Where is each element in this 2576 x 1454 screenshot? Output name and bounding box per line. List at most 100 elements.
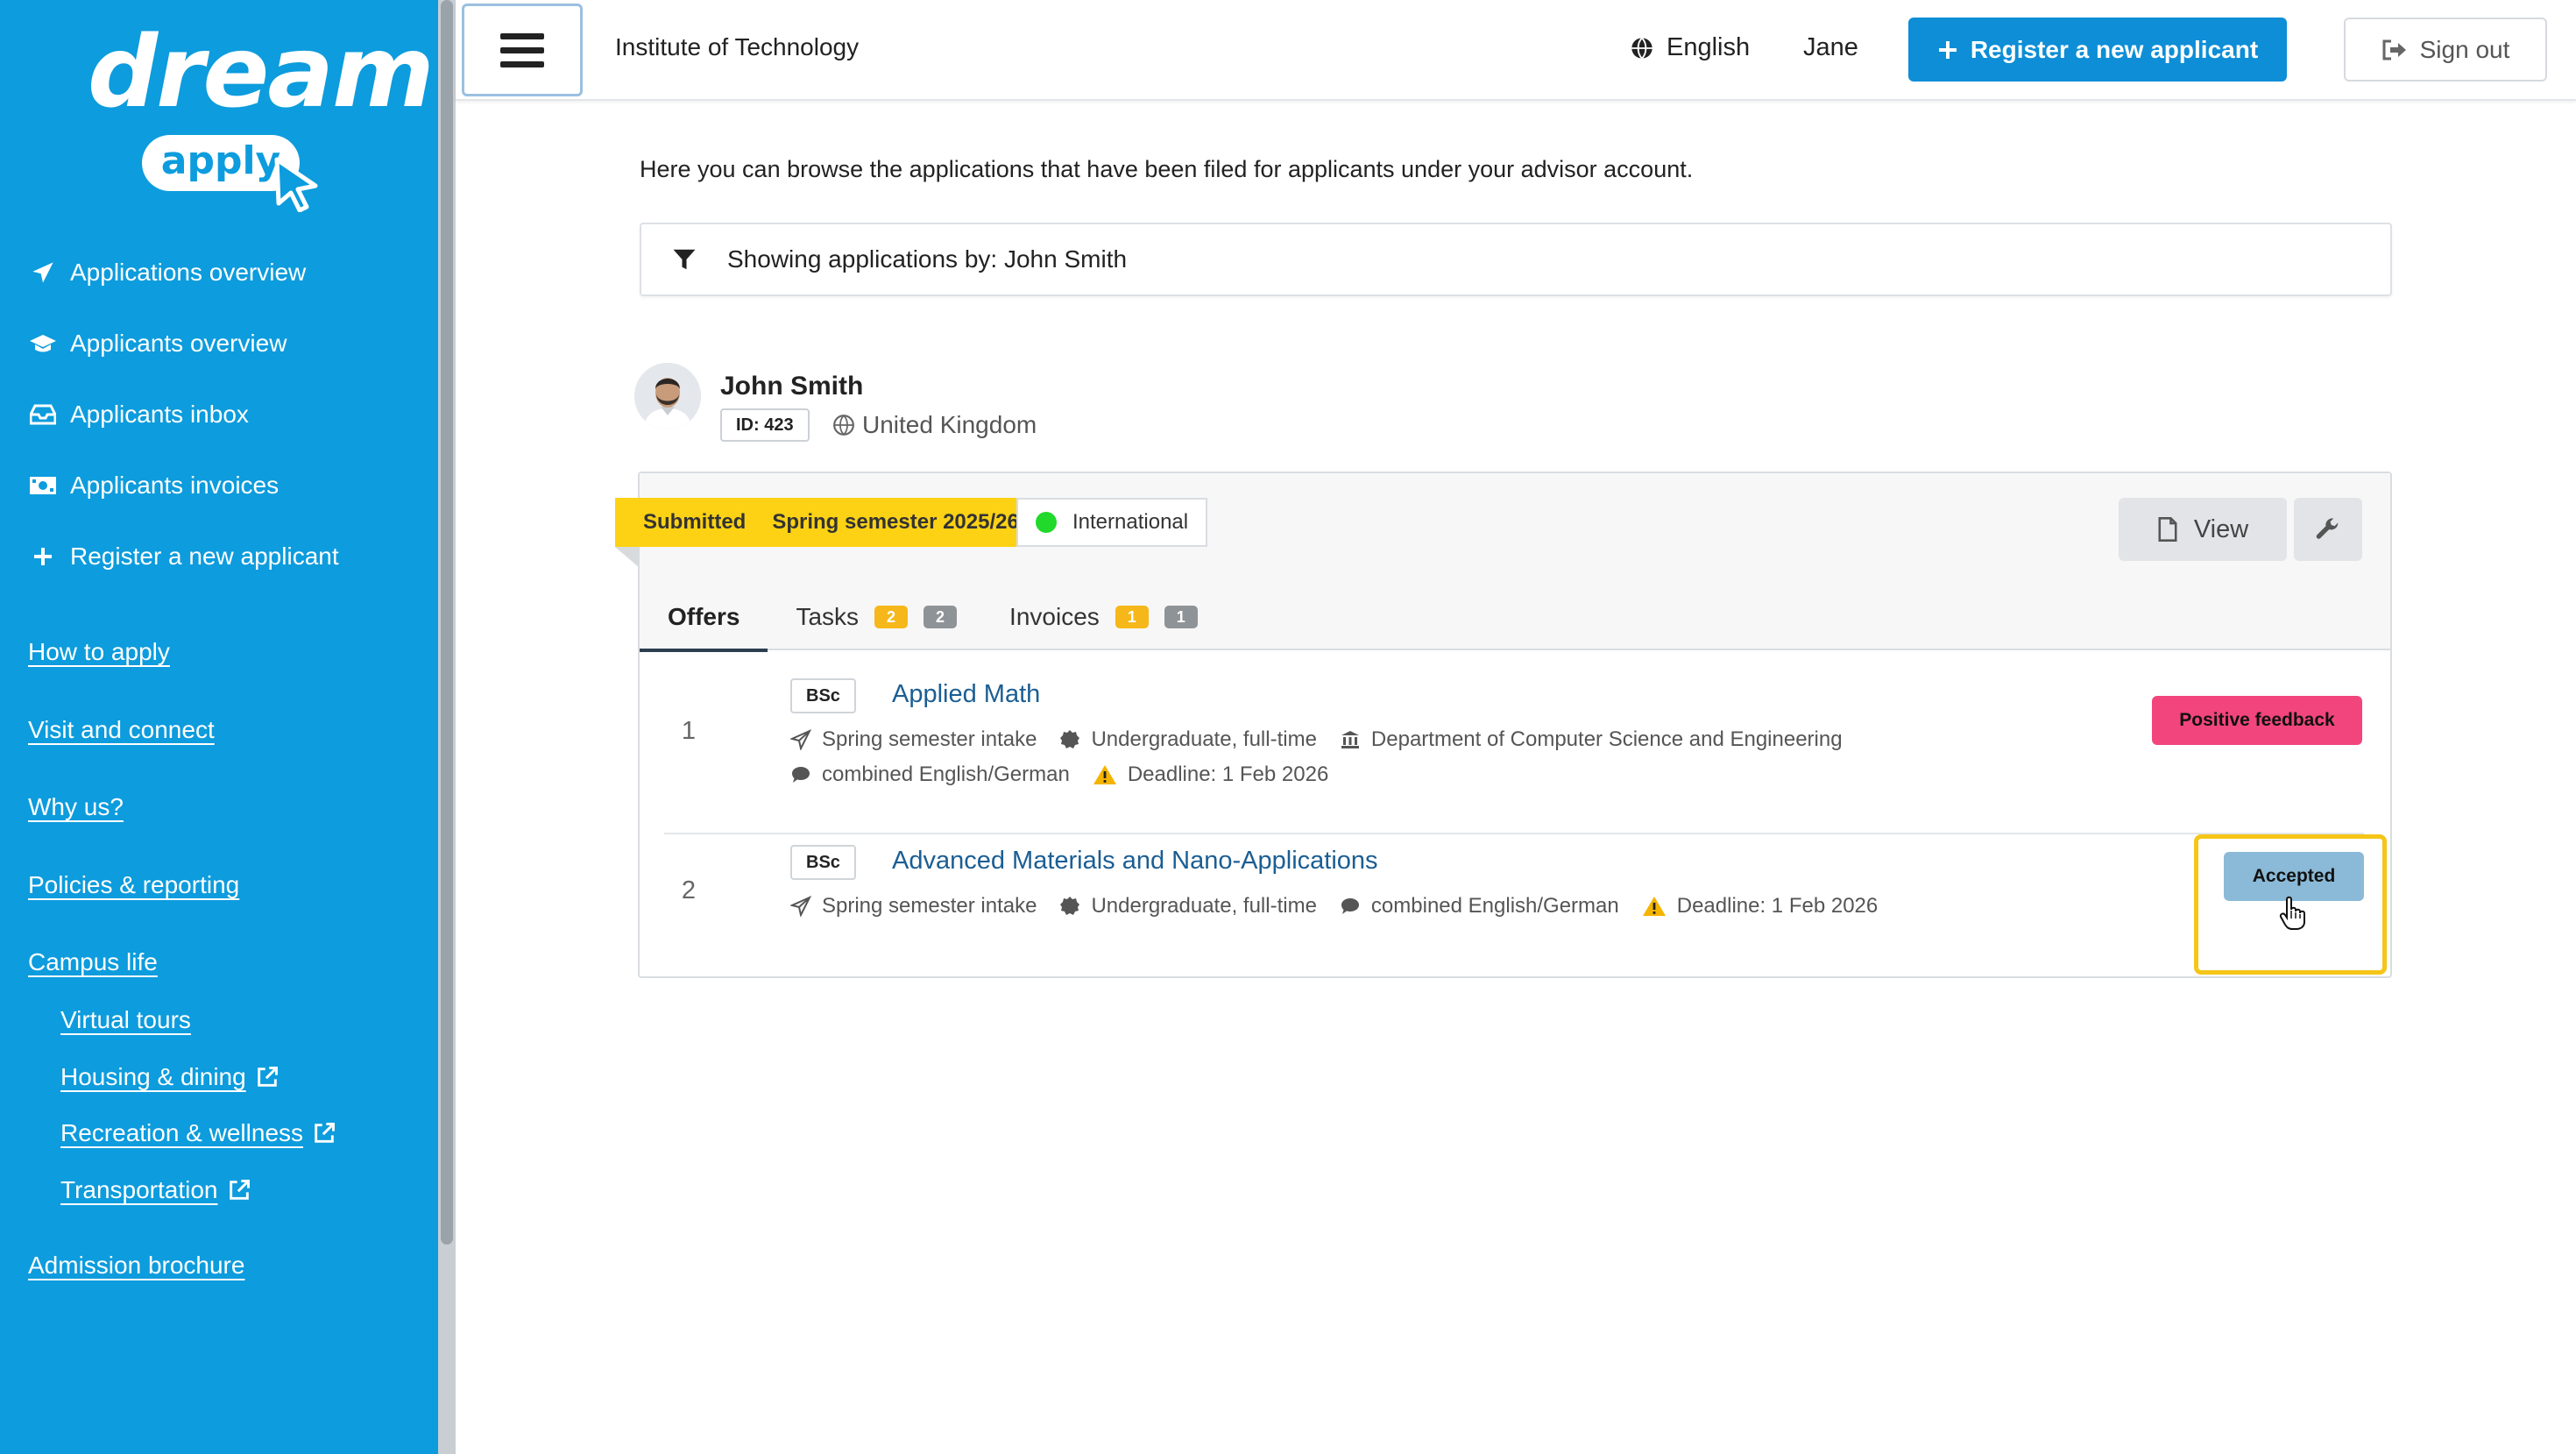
file-icon	[2158, 517, 2177, 542]
globe-icon	[833, 415, 854, 436]
inbox-icon	[28, 404, 58, 425]
paper-plane-icon	[28, 260, 58, 285]
offer-number: 1	[681, 717, 697, 745]
tab-tasks[interactable]: Tasks 2 2	[768, 584, 983, 650]
link-transportation[interactable]: Transportation	[60, 1162, 336, 1219]
avatar[interactable]	[634, 363, 701, 429]
plus-icon	[1938, 40, 1957, 59]
paper-plane-icon	[790, 729, 811, 750]
sign-out-button[interactable]: Sign out	[2344, 18, 2547, 82]
sidebar-item-applicants-inbox[interactable]: Applicants inbox	[28, 379, 339, 450]
tab-offers[interactable]: Offers	[640, 584, 768, 652]
application-card: Submitted Spring semester 2025/26 Intern…	[615, 472, 2392, 978]
meta-intake: Spring semester intake	[790, 727, 1037, 752]
link-admission-brochure[interactable]: Admission brochure	[28, 1252, 336, 1330]
meta-language: combined English/German	[790, 762, 1070, 787]
hamburger-icon	[500, 32, 544, 39]
offer-meta-2: combined English/German Deadline: 1 Feb …	[790, 762, 1351, 787]
intake-label: Spring semester 2025/26	[772, 510, 1019, 534]
building-columns-icon	[1341, 731, 1359, 748]
sidebar-nav: Applications overview Applicants overvie…	[28, 237, 339, 592]
menu-toggle-button[interactable]	[462, 4, 583, 96]
money-bill-icon	[28, 476, 58, 495]
logo-word: dream	[88, 16, 435, 130]
language-selector[interactable]: English	[1630, 33, 1750, 62]
meta-deadline: Deadline: 1 Feb 2026	[1093, 762, 1328, 787]
applicant-name: John Smith	[720, 372, 864, 401]
sidebar-item-applicants-overview[interactable]: Applicants overview	[28, 308, 339, 379]
tab-label: Offers	[668, 603, 740, 630]
tab-label: Invoices	[1009, 603, 1100, 630]
link-visit-and-connect[interactable]: Visit and connect	[28, 716, 336, 794]
dreamapply-logo[interactable]: dream apply	[88, 16, 435, 212]
applicant-id-badge: ID: 423	[720, 408, 810, 442]
meta-intake: Spring semester intake	[790, 894, 1037, 919]
invoices-total-badge: 1	[1164, 606, 1198, 628]
offer-row: 2 BSc Advanced Materials and Nano-Applic…	[664, 834, 2364, 975]
view-button[interactable]: View	[2119, 498, 2287, 561]
sidebar-item-label: Applicants inbox	[70, 400, 249, 428]
sidebar-item-applications-overview[interactable]: Applications overview	[28, 237, 339, 308]
country-label: United Kingdom	[862, 411, 1037, 438]
sign-out-icon	[2382, 39, 2406, 60]
user-menu[interactable]: Jane	[1803, 33, 1858, 62]
tasks-count-badge: 2	[874, 606, 909, 628]
link-why-us[interactable]: Why us?	[28, 793, 336, 871]
program-link[interactable]: Applied Math	[892, 680, 1040, 709]
scrollbar-thumb[interactable]	[441, 0, 453, 1245]
applicant-type-tag: International	[1016, 498, 1208, 547]
link-how-to-apply[interactable]: How to apply	[28, 638, 336, 716]
register-applicant-button[interactable]: Register a new applicant	[1908, 18, 2287, 82]
sublink-label: Transportation	[60, 1175, 218, 1203]
paper-plane-icon	[790, 896, 811, 917]
settings-button[interactable]	[2294, 498, 2362, 561]
tag-label: International	[1072, 510, 1189, 534]
sidebar-item-applicants-invoices[interactable]: Applicants invoices	[28, 450, 339, 521]
sublink-label: Recreation & wellness	[60, 1119, 304, 1147]
application-card-header: Submitted Spring semester 2025/26 Intern…	[615, 473, 2390, 652]
sublink-label: Housing & dining	[60, 1062, 246, 1090]
sign-out-label: Sign out	[2419, 35, 2510, 63]
filter-icon	[671, 246, 697, 273]
register-button-label: Register a new applicant	[1970, 35, 2259, 63]
status-label: Submitted	[643, 510, 747, 534]
meta-department: Department of Computer Science and Engin…	[1340, 727, 1843, 752]
sidebar-item-label: Applicants overview	[70, 329, 287, 357]
sidebar-scrollbar[interactable]	[438, 0, 456, 1454]
tab-invoices[interactable]: Invoices 1 1	[983, 584, 1224, 650]
meta-deadline: Deadline: 1 Feb 2026	[1642, 894, 1878, 919]
sidebar-item-label: Register a new applicant	[70, 542, 339, 570]
graduation-cap-icon	[28, 332, 58, 355]
speech-bubble-icon	[1341, 898, 1359, 914]
sidebar-item-label: Applicants invoices	[70, 471, 280, 499]
hand-pointer-icon	[2279, 896, 2305, 930]
wrench-icon	[2316, 518, 2339, 539]
program-link[interactable]: Advanced Materials and Nano-Applications	[892, 847, 1378, 876]
positive-feedback-button[interactable]: Positive feedback	[2152, 696, 2362, 745]
status-dot-icon	[1036, 512, 1057, 533]
filter-bar[interactable]: Showing applications by: John Smith	[640, 223, 2392, 296]
sidebar-links: How to apply Visit and connect Why us? P…	[28, 638, 336, 1330]
view-button-label: View	[2193, 514, 2249, 543]
link-campus-life[interactable]: Campus life	[28, 948, 336, 992]
sidebar-item-label: Applications overview	[70, 258, 307, 286]
offer-row: 1 BSc Applied Math Spring semester intak…	[664, 668, 2364, 803]
external-link-icon	[312, 1121, 336, 1145]
meta-level: Undergraduate, full-time	[1059, 894, 1317, 919]
external-link-icon	[227, 1178, 251, 1202]
degree-badge: BSc	[790, 845, 856, 880]
tab-label: Tasks	[796, 603, 860, 630]
degree-badge: BSc	[790, 678, 856, 713]
accepted-button[interactable]: Accepted	[2224, 852, 2364, 901]
meta-language: combined English/German	[1340, 894, 1619, 919]
offer-number: 2	[681, 876, 697, 904]
link-recreation-wellness[interactable]: Recreation & wellness	[60, 1105, 336, 1162]
institution-name: Institute of Technology	[615, 33, 860, 60]
sidebar-item-register-applicant[interactable]: Register a new applicant	[28, 521, 339, 592]
application-tabs: Offers Tasks 2 2 Invoices 1 1	[640, 584, 1224, 652]
sidebar: dream apply Applications overview Applic…	[0, 0, 438, 1454]
status-ribbon: Submitted Spring semester 2025/26	[615, 498, 1037, 547]
link-policies-reporting[interactable]: Policies & reporting	[28, 871, 336, 949]
link-housing-dining[interactable]: Housing & dining	[60, 1049, 336, 1106]
link-virtual-tours[interactable]: Virtual tours	[60, 992, 336, 1049]
